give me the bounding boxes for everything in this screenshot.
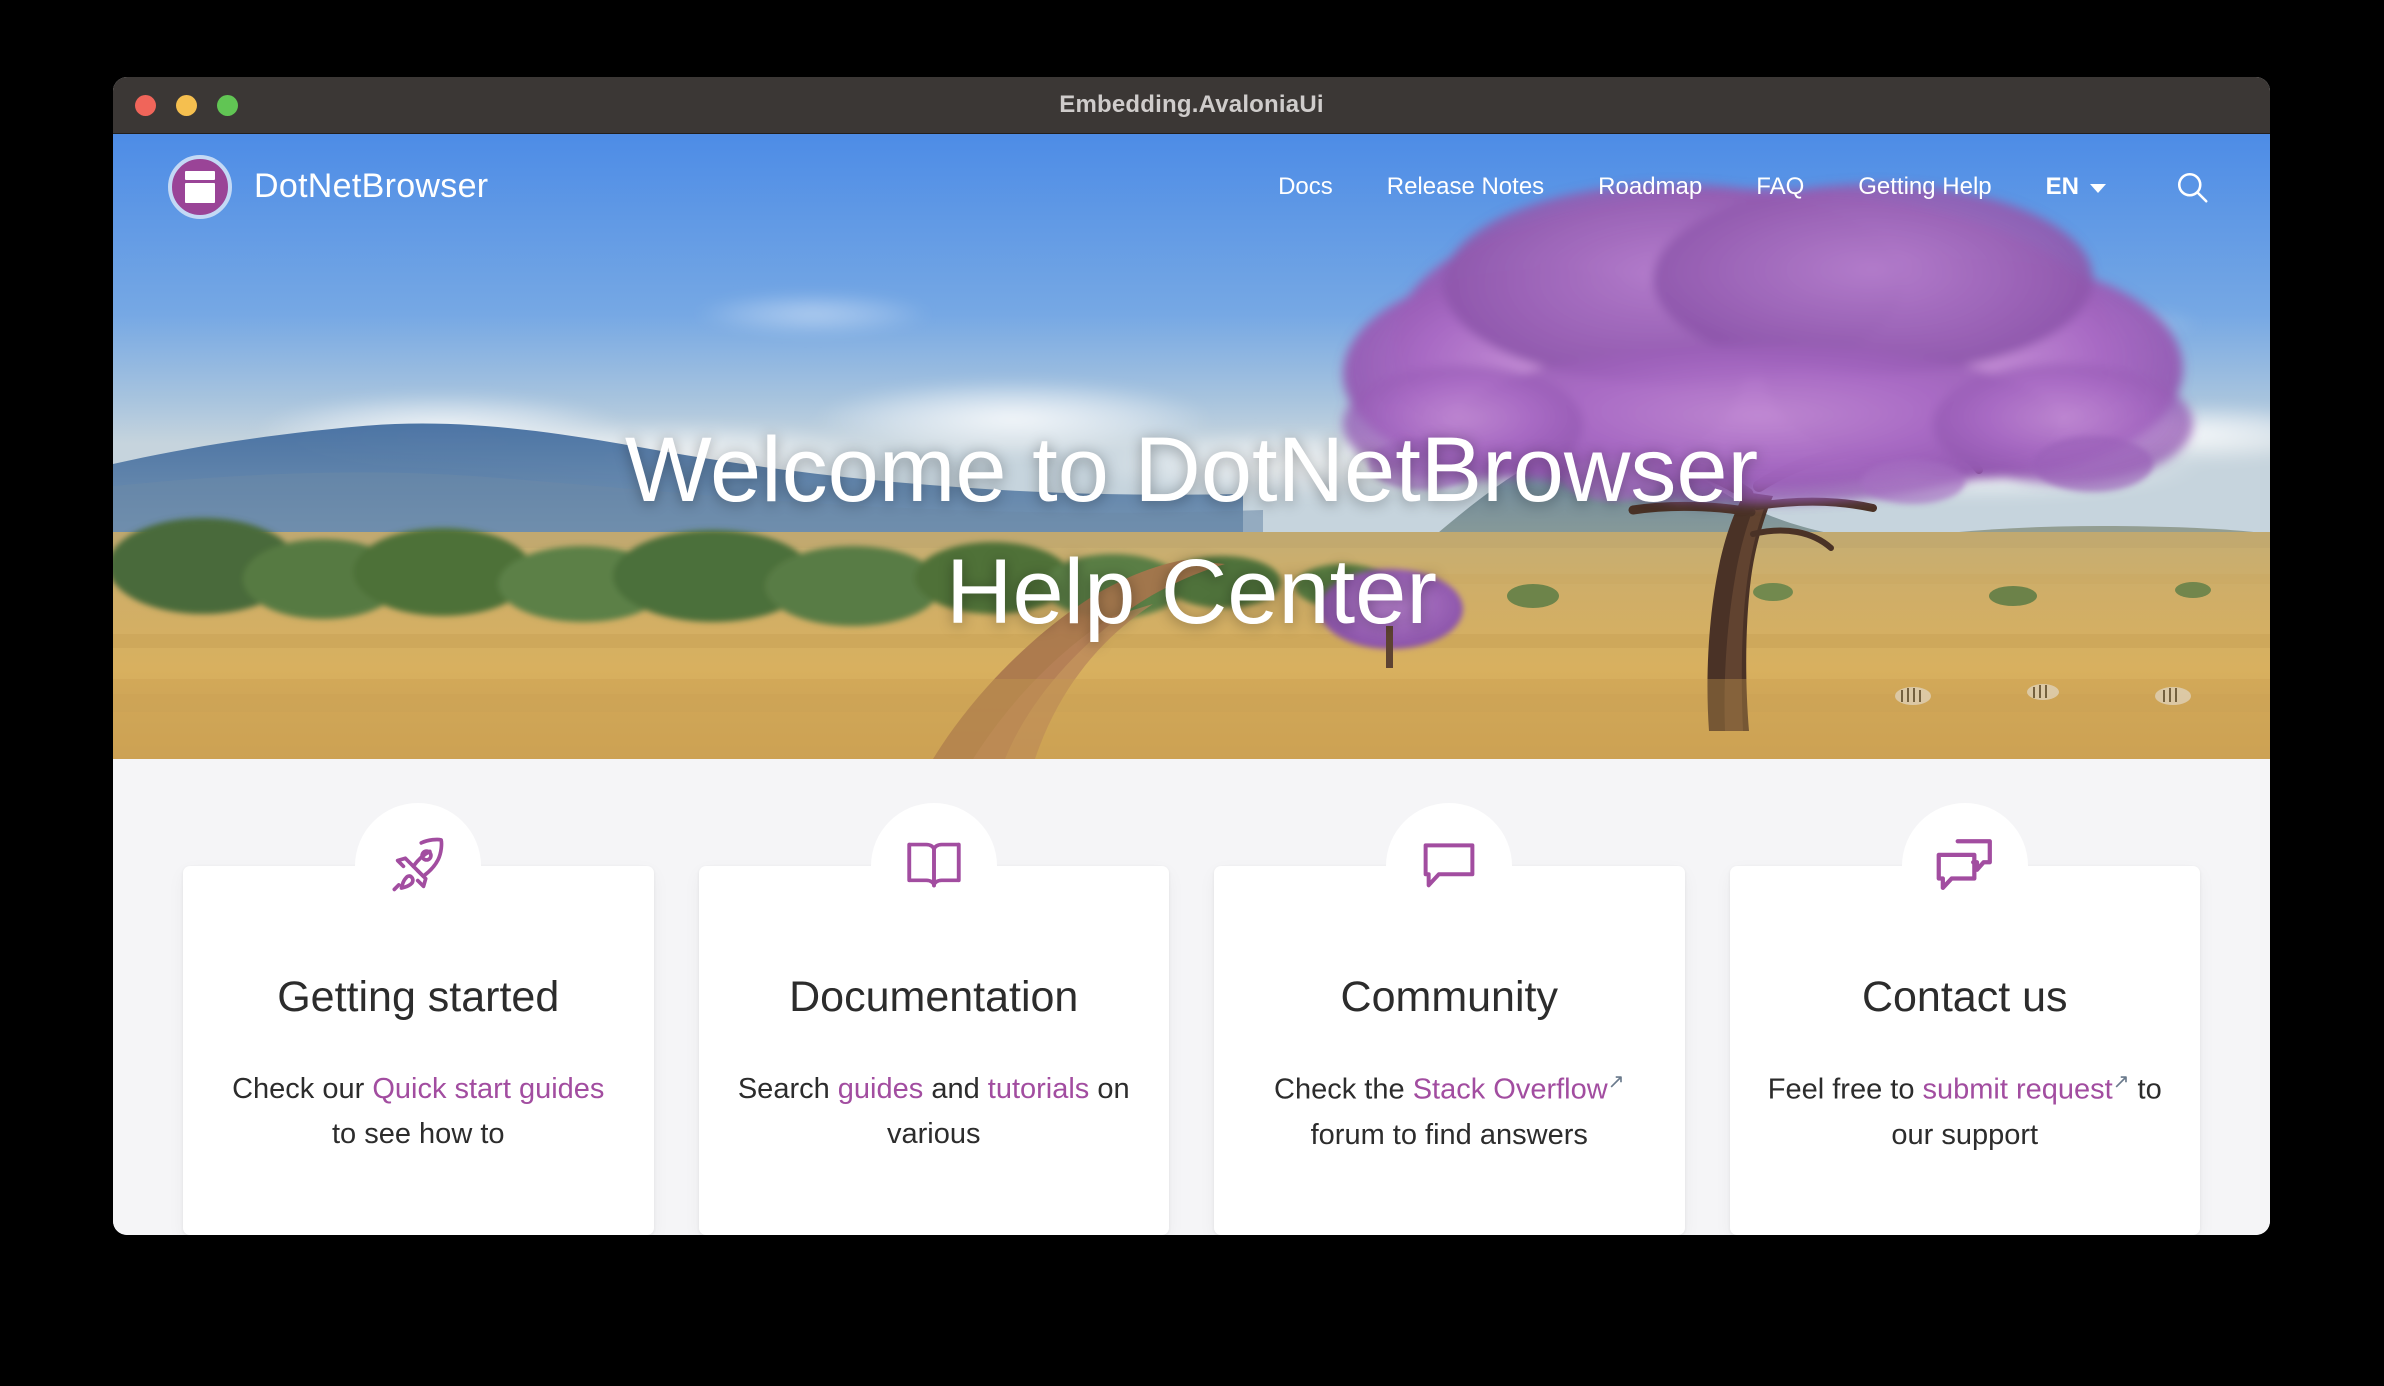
hero-title-line-2: Help Center xyxy=(946,541,1437,644)
language-selector-label: EN xyxy=(2045,172,2079,200)
guides-link[interactable]: guides xyxy=(838,1073,923,1105)
card-desc-text: Feel free to xyxy=(1767,1073,1923,1106)
hero-section: DotNetBrowser Docs Release Notes Roadmap… xyxy=(113,134,2270,759)
card-getting-started[interactable]: Getting started Check our Quick start gu… xyxy=(183,803,654,1235)
card-desc-text: and xyxy=(923,1073,988,1106)
hero-title-line-1: Welcome to DotNetBrowser xyxy=(624,419,1759,521)
tutorials-link[interactable]: tutorials xyxy=(988,1073,1090,1105)
card-desc-text: Check our xyxy=(232,1073,373,1106)
card-description: Check the Stack Overflow↗ forum to find … xyxy=(1248,1067,1651,1158)
card-title: Community xyxy=(1340,973,1558,1021)
two-speech-bubbles-icon xyxy=(1901,803,2028,929)
card-title: Contact us xyxy=(1861,973,2068,1021)
minimize-window-button[interactable] xyxy=(176,94,197,116)
card-desc-text: to see how to xyxy=(332,1118,505,1151)
external-link-icon: ↗ xyxy=(2112,1071,2130,1094)
card-contact-us[interactable]: Contact us Feel free to submit request↗ … xyxy=(1729,803,2200,1235)
card-desc-text: Search xyxy=(737,1073,838,1106)
submit-request-link[interactable]: submit request xyxy=(1923,1074,2113,1106)
card-description: Check our Quick start guides to see how … xyxy=(217,1067,620,1157)
card-documentation[interactable]: Documentation Search guides and tutorial… xyxy=(698,803,1169,1235)
card-desc-text: Check the xyxy=(1274,1073,1413,1106)
open-book-icon xyxy=(870,803,997,929)
window-titlebar: Embedding.AvaloniaUi xyxy=(113,77,2270,134)
chevron-down-icon xyxy=(2090,183,2106,193)
speech-bubble-icon xyxy=(1386,803,1513,929)
quick-start-guides-link[interactable]: Quick start guides xyxy=(372,1073,604,1105)
browser-window-logo-icon xyxy=(168,154,232,219)
nav-item-faq[interactable]: FAQ xyxy=(1756,173,1804,201)
cards-grid: Getting started Check our Quick start gu… xyxy=(183,759,2200,1235)
nav-links: Docs Release Notes Roadmap FAQ Getting H… xyxy=(1278,169,2210,205)
card-title: Getting started xyxy=(277,973,560,1021)
stack-overflow-link[interactable]: Stack Overflow xyxy=(1413,1074,1608,1106)
card-description: Feel free to submit request↗ to our supp… xyxy=(1764,1067,2167,1158)
language-selector[interactable]: EN xyxy=(2046,173,2106,201)
traffic-light-controls xyxy=(135,94,238,116)
nav-item-getting-help[interactable]: Getting Help xyxy=(1858,173,1991,201)
nav-item-release-notes[interactable]: Release Notes xyxy=(1387,173,1544,201)
brand-logo-group[interactable]: DotNetBrowser xyxy=(168,154,489,219)
window-title: Embedding.AvaloniaUi xyxy=(1059,91,1324,118)
search-icon[interactable] xyxy=(2174,169,2210,205)
card-community[interactable]: Community Check the Stack Overflow↗ foru… xyxy=(1214,803,1685,1235)
nav-item-docs[interactable]: Docs xyxy=(1278,173,1333,201)
site-navbar: DotNetBrowser Docs Release Notes Roadmap… xyxy=(113,134,2270,239)
card-title: Documentation xyxy=(789,973,1079,1021)
brand-name: DotNetBrowser xyxy=(254,167,489,205)
card-desc-text: forum to find answers xyxy=(1310,1118,1588,1151)
card-description: Search guides and tutorials on various xyxy=(733,1067,1136,1157)
maximize-window-button[interactable] xyxy=(217,94,238,116)
hero-title: Welcome to DotNetBrowser Help Center xyxy=(113,409,2270,654)
nav-item-roadmap[interactable]: Roadmap xyxy=(1598,173,1702,201)
rocket-icon xyxy=(355,803,482,929)
cards-section: Getting started Check our Quick start gu… xyxy=(113,759,2270,1235)
close-window-button[interactable] xyxy=(135,94,156,116)
external-link-icon: ↗ xyxy=(1607,1071,1625,1094)
application-window: Embedding.AvaloniaUi DotNetBrowser Docs … xyxy=(113,77,2270,1235)
